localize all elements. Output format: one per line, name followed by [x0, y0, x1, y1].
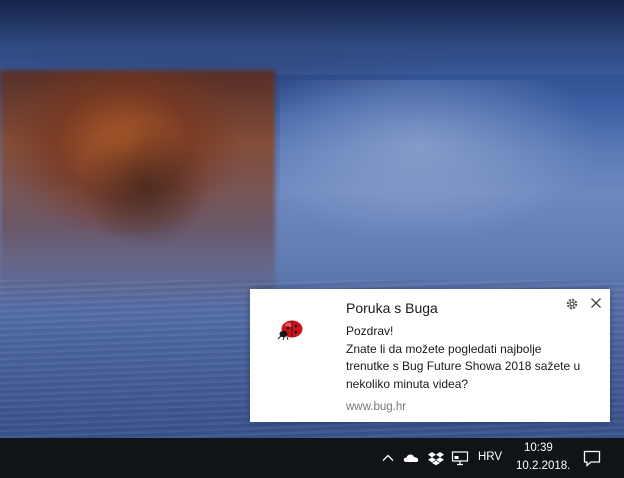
input-language-indicator[interactable]: HRV	[478, 451, 502, 463]
action-center-icon[interactable]	[582, 448, 602, 468]
ladybug-icon	[277, 320, 303, 341]
clock-time[interactable]: 10:39	[524, 442, 553, 454]
notification-body-line: Znate li da možete pogledati najbolje	[346, 341, 542, 356]
dropbox-icon[interactable]	[427, 450, 445, 466]
onedrive-cloud-icon[interactable]	[402, 450, 420, 466]
network-icon[interactable]	[451, 450, 469, 466]
notification-body-line: Pozdrav!	[346, 324, 394, 338]
gear-icon[interactable]	[565, 297, 579, 311]
close-icon[interactable]	[589, 296, 603, 310]
wallpaper-light-water	[280, 80, 624, 300]
chevron-up-icon[interactable]	[379, 450, 397, 466]
notification-title: Poruka s Buga	[346, 300, 438, 316]
notification-body-line: trenutke s Bug Future Showa 2018 sažete …	[346, 359, 581, 373]
notification-body-line: nekoliko minuta videa?	[346, 376, 469, 391]
wallpaper-shore	[0, 0, 624, 75]
clock-date[interactable]: 10.2.2018.	[516, 460, 570, 472]
notification-attribution: www.bug.hr	[346, 401, 407, 413]
wallpaper-reflection-shadow	[60, 100, 230, 270]
notification-body: Pozdrav! Znate li da možete pogledati na…	[346, 323, 596, 393]
